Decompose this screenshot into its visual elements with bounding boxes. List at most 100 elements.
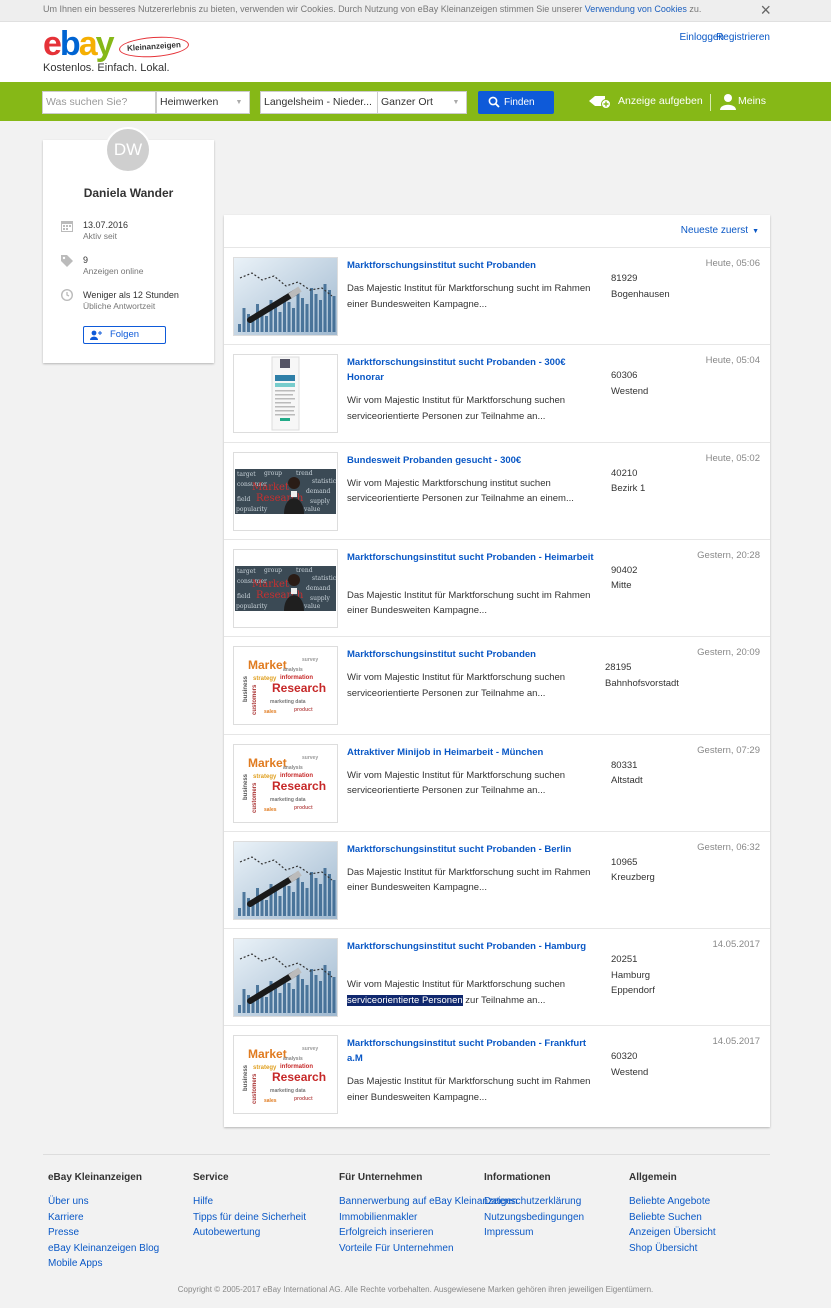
svg-text:demand: demand — [306, 488, 331, 495]
ad-date: Heute, 05:02 — [705, 452, 760, 464]
list-item[interactable]: Marktforschungsinstitut sucht Probanden … — [224, 344, 770, 441]
post-ad-label: Anzeige aufgeben — [618, 95, 703, 107]
footer-heading: eBay Kleinanzeigen — [48, 1172, 142, 1183]
ad-thumbnail[interactable]: business Market analysis information Researc… — [233, 743, 338, 823]
chevron-down-icon: ▼ — [752, 228, 759, 235]
location-input[interactable]: Langelsheim - Nieder... — [260, 91, 378, 114]
footer-link[interactable]: Karriere — [48, 1210, 159, 1226]
footer-column: eBay Kleinanzeigen Über uns Karriere Presse… — [48, 1172, 159, 1272]
ad-description: Wir vom Majestic Institut für Marktforsc… — [347, 393, 602, 424]
ad-date: Heute, 05:04 — [705, 355, 760, 367]
ad-thumbnail[interactable]: business Market analysis information Researc… — [233, 1035, 338, 1115]
list-item[interactable]: business Market analysis information Researc… — [224, 733, 770, 831]
ad-thumbnail[interactable] — [233, 257, 338, 336]
ads-online-value: 9 — [83, 255, 89, 265]
close-icon[interactable]: × — [760, 1, 771, 19]
svg-text:business: business — [243, 773, 249, 800]
footer-link[interactable]: Anzeigen Übersicht — [629, 1225, 716, 1241]
chevron-down-icon: ▼ — [452, 99, 460, 106]
ad-thumbnail[interactable] — [233, 840, 338, 920]
clock-icon — [61, 289, 73, 301]
svg-text:survey: survey — [302, 657, 318, 663]
ad-title[interactable]: Marktforschungsinstitut sucht Probanden … — [347, 1036, 599, 1066]
svg-text:field: field — [237, 593, 250, 600]
svg-text:group: group — [264, 567, 282, 574]
svg-text:sales: sales — [264, 709, 277, 715]
ad-title[interactable]: Marktforschungsinstitut sucht Probanden — [347, 258, 599, 273]
user-icon — [720, 94, 736, 110]
response-time-label: Übliche Antwortzeit — [83, 301, 156, 311]
svg-text:customers: customers — [252, 1073, 258, 1104]
ad-title[interactable]: Bundesweit Probanden gesucht - 300€ — [347, 453, 599, 468]
footer-link[interactable]: Über uns — [48, 1194, 159, 1210]
logo-wordmark: ebay — [43, 25, 115, 63]
calendar-icon — [61, 221, 73, 232]
cookie-policy-link[interactable]: Verwendung von Cookies — [585, 4, 687, 14]
follow-button[interactable]: Folgen — [83, 326, 166, 344]
ebay-kleinanzeigen-logo[interactable]: ebay Kleinanzeigen — [43, 25, 203, 64]
footer-link[interactable]: Datenschutzerklärung — [484, 1194, 584, 1210]
footer-link[interactable]: eBay Kleinanzeigen Blog — [48, 1241, 159, 1257]
footer-link[interactable]: Beliebte Angebote — [629, 1194, 716, 1210]
ad-title[interactable]: Marktforschungsinstitut sucht Probanden … — [347, 550, 599, 565]
list-item[interactable]: business Market analysis information Researc… — [224, 1025, 770, 1122]
list-item[interactable]: Marktforschungsinstitut sucht Probanden … — [224, 830, 770, 928]
cookie-text: Um Ihnen ein besseres Nutzererlebnis zu … — [43, 4, 583, 14]
footer-link[interactable]: Hilfe — [193, 1194, 306, 1210]
footer-column: Allgemein Beliebte Angebote Beliebte Suche… — [629, 1172, 716, 1256]
svg-text:analysis: analysis — [283, 765, 303, 771]
svg-text:Research: Research — [272, 779, 326, 793]
footer-link[interactable]: Autobewertung — [193, 1225, 306, 1241]
svg-text:sales: sales — [264, 1098, 277, 1104]
footer-link[interactable]: Beliebte Suchen — [629, 1210, 716, 1226]
ad-thumbnail[interactable]: business Market analysis information Researc… — [233, 646, 338, 726]
ad-thumbnail[interactable] — [233, 354, 338, 434]
register-link[interactable]: Registrieren — [716, 32, 770, 43]
svg-text:value: value — [303, 603, 321, 610]
ad-date: Gestern, 07:29 — [697, 744, 760, 756]
post-ad-button[interactable]: Anzeige aufgeben — [588, 93, 703, 110]
footer-link[interactable]: Tipps für deine Sicherheit — [193, 1210, 306, 1226]
site-header: ebay Kleinanzeigen Kostenlos. Einfach. L… — [0, 22, 831, 82]
ad-title[interactable]: Marktforschungsinstitut sucht Probanden … — [347, 355, 599, 385]
ad-title[interactable]: Marktforschungsinstitut sucht Probanden — [347, 647, 599, 662]
cookie-suffix: zu. — [689, 4, 702, 14]
ad-description-text: Wir vom Majestic Institut für Marktforsc… — [347, 769, 566, 797]
footer-link[interactable]: Presse — [48, 1225, 159, 1241]
svg-text:group: group — [264, 470, 282, 477]
footer-link[interactable]: Impressum — [484, 1225, 584, 1241]
footer-link[interactable]: Vorteile Für Unternehmen — [339, 1241, 517, 1257]
list-item[interactable]: business Market analysis information Researc… — [224, 636, 770, 733]
svg-text:Market: Market — [248, 756, 287, 770]
list-item[interactable]: target group trend statistic consumer demand f… — [224, 441, 770, 539]
ad-title[interactable]: Marktforschungsinstitut sucht Probanden … — [347, 842, 599, 857]
search-bar: Was suchen Sie? Heimwerken ▼ Langelsheim… — [0, 82, 831, 121]
list-item[interactable]: target group trend statistic consumer demand f… — [224, 538, 770, 636]
svg-text:trend: trend — [296, 567, 313, 574]
find-button[interactable]: Finden — [478, 91, 554, 114]
meins-button[interactable]: Meins — [720, 93, 766, 110]
search-input[interactable]: Was suchen Sie? — [42, 91, 156, 114]
ad-title[interactable]: Attraktiver Minijob in Heimarbeit - Münc… — [347, 745, 599, 760]
ad-thumbnail[interactable]: target group trend statistic consumer demand f… — [233, 451, 338, 531]
footer-link[interactable]: Shop Übersicht — [629, 1241, 716, 1257]
ad-date: 14.05.2017 — [712, 939, 760, 951]
list-item[interactable]: Marktforschungsinstitut sucht Probanden D… — [224, 247, 770, 344]
ad-location: 80331 Altstadt — [611, 758, 711, 789]
logo-badge: Kleinanzeigen — [118, 34, 190, 60]
ads-list: Neueste zuerst ▼ Marktforschungsinstitut … — [224, 215, 770, 1127]
sort-select[interactable]: Neueste zuerst ▼ — [681, 225, 759, 236]
ad-description-text: Wir vom Majestic Institut für Marktforsc… — [347, 395, 566, 422]
ad-title[interactable]: Marktforschungsinstitut sucht Probanden … — [347, 939, 599, 954]
footer-link[interactable]: Mobile Apps — [48, 1256, 159, 1272]
svg-text:marketing data: marketing data — [270, 699, 306, 705]
svg-text:demand: demand — [306, 585, 331, 592]
follow-label: Folgen — [109, 329, 140, 340]
ad-description-text: Das Majestic Institut für Marktforschung… — [347, 283, 591, 310]
ad-thumbnail[interactable] — [233, 938, 338, 1018]
footer-link[interactable]: Nutzungsbedingungen — [484, 1210, 584, 1226]
list-item[interactable]: Marktforschungsinstitut sucht Probanden … — [224, 928, 770, 1025]
ad-district: Bogenhausen — [611, 288, 670, 300]
ad-description-text: Das Majestic Institut für Marktforschung… — [347, 866, 591, 894]
ad-thumbnail[interactable]: target group trend statistic consumer demand f… — [233, 548, 338, 628]
